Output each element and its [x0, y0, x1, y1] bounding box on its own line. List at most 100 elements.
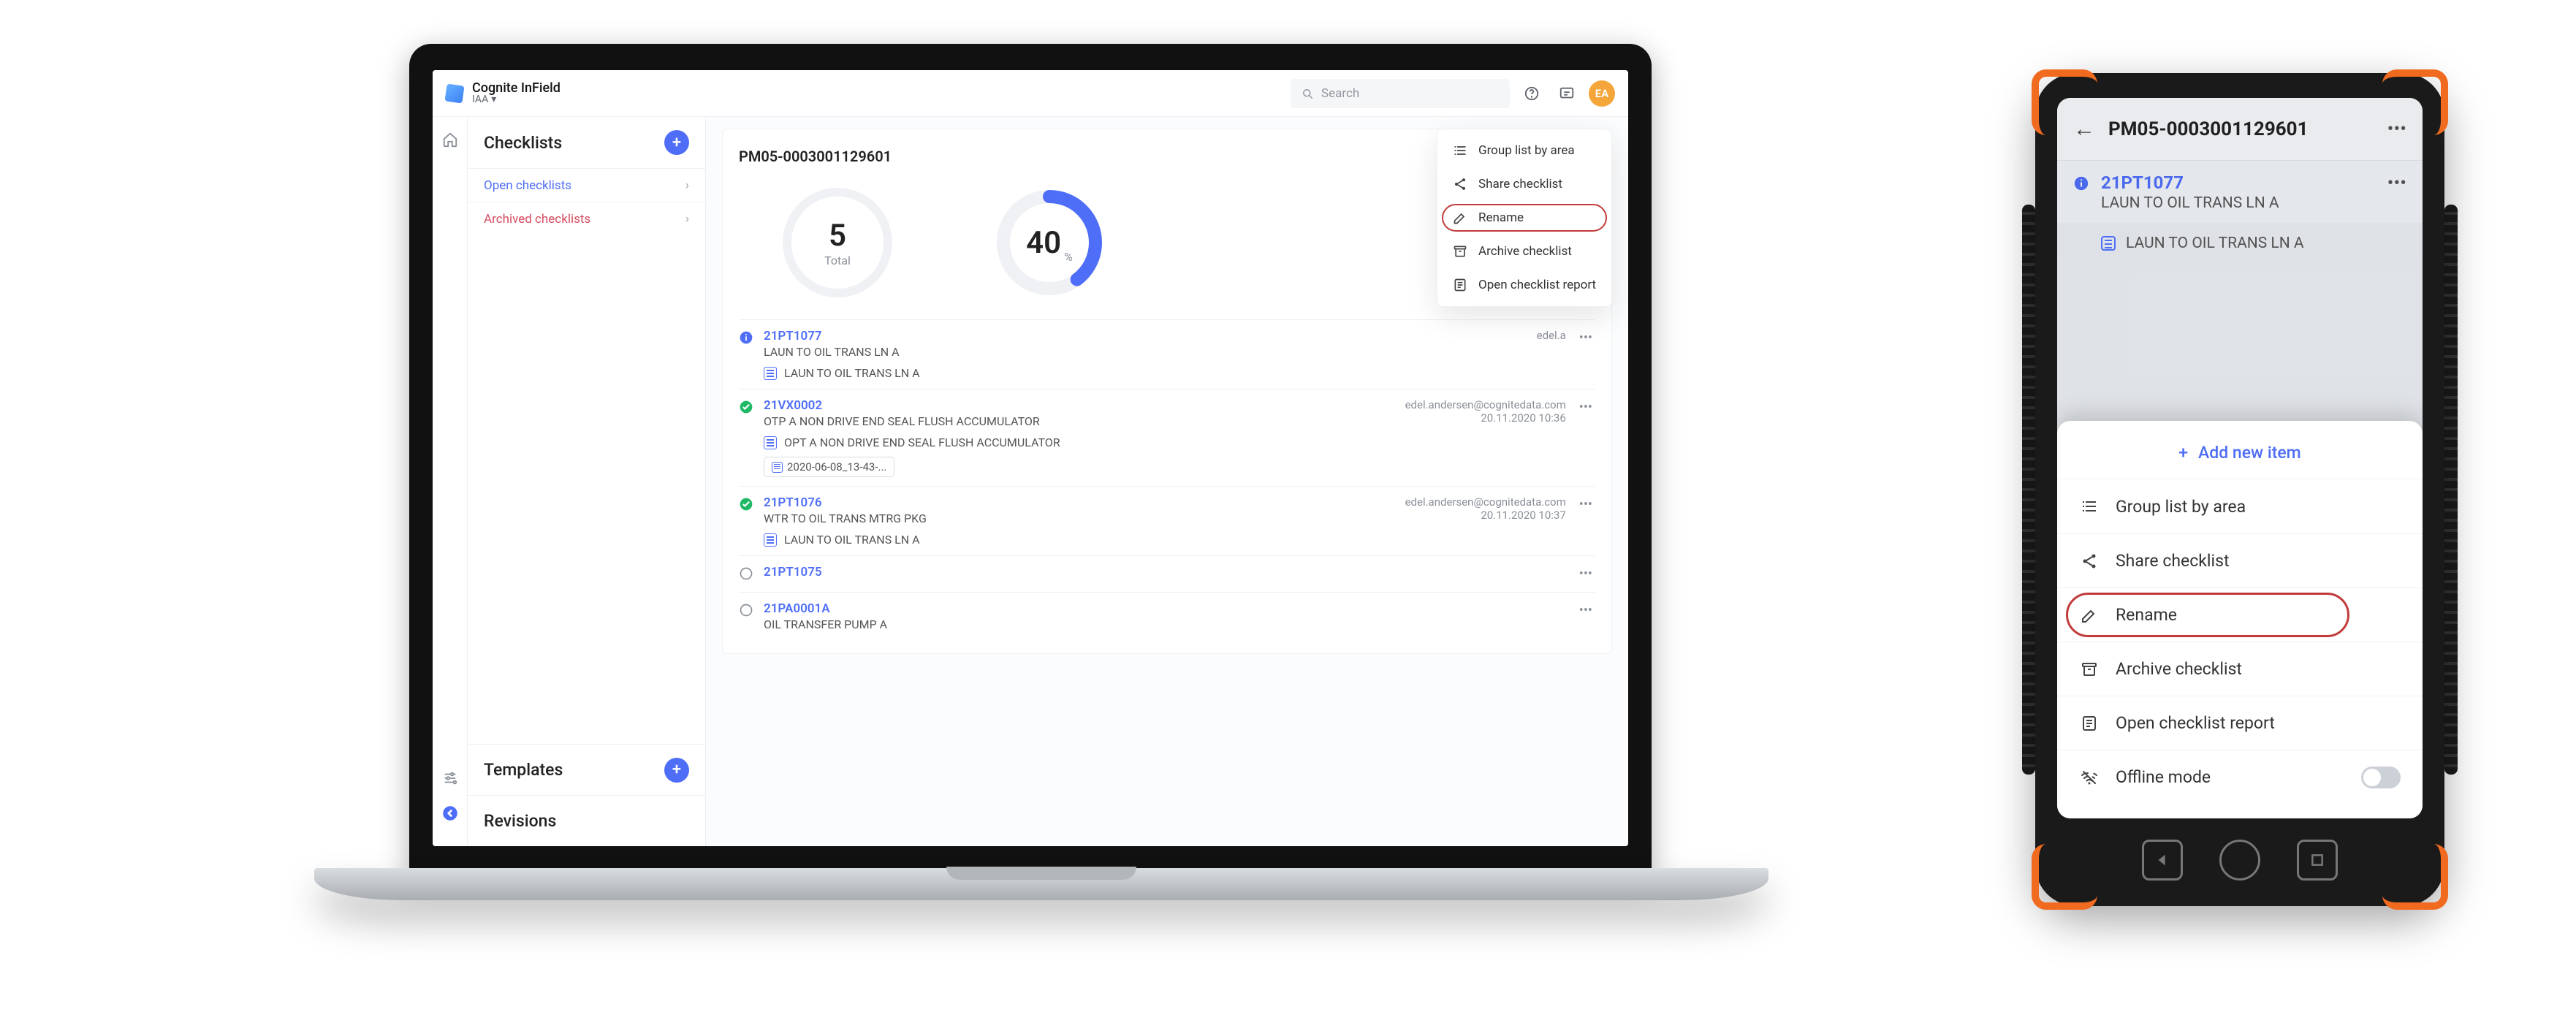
attachment-chip[interactable]: 2020-06-08_13-43-... [764, 457, 894, 477]
note-icon [772, 462, 783, 473]
list-icon [1452, 143, 1468, 158]
mobile-menu-share-checklist[interactable]: Share checklist [2057, 533, 2423, 587]
archive-icon [2079, 661, 2100, 678]
note-icon [764, 367, 777, 380]
item-more-button[interactable]: ••• [1576, 398, 1595, 417]
search-icon [1301, 87, 1314, 100]
chevron-down-icon: ▾ [491, 94, 496, 105]
status-done-icon [739, 497, 753, 512]
chat-icon [1559, 85, 1575, 102]
item-id: 21VX0002 [764, 398, 1395, 413]
back-button[interactable]: ← [2073, 116, 2095, 142]
chevron-right-icon: › [685, 178, 689, 193]
status-open-icon [739, 566, 753, 581]
item-desc: OTP A NON DRIVE END SEAL FLUSH ACCUMULAT… [764, 414, 1395, 428]
item-note: LAUN TO OIL TRANS LN A [764, 533, 1595, 547]
menu-open-checklist-report[interactable]: Open checklist report [1437, 268, 1611, 302]
pencil-icon [1452, 210, 1468, 225]
menu-rename[interactable]: Rename [1437, 201, 1611, 235]
item-more-button[interactable]: ••• [1576, 329, 1595, 347]
section-checklists[interactable]: Checklists + [468, 117, 705, 168]
menu-share-checklist[interactable]: Share checklist [1437, 167, 1611, 201]
sliders-icon [442, 770, 458, 786]
mobile-menu-group-list-by-area[interactable]: Group list by area [2057, 479, 2423, 533]
mobile-title: PM05-0003001129601 [2108, 118, 2374, 140]
item-more-button[interactable]: ••• [2387, 172, 2406, 194]
feedback-button[interactable] [1554, 80, 1580, 107]
status-open-icon [739, 603, 753, 617]
mobile-menu-archive-checklist[interactable]: Archive checklist [2057, 642, 2423, 696]
section-revisions[interactable]: Revisions [468, 795, 705, 846]
item-more-button[interactable]: ••• [1576, 565, 1595, 583]
item-id: 21PA0001A [764, 601, 1566, 616]
nav-rail [433, 117, 468, 846]
pencil-icon [2079, 606, 2100, 624]
item-id: 21PT1077 [764, 329, 1527, 343]
help-icon [1524, 85, 1540, 102]
item-more-button[interactable]: ••• [1576, 495, 1595, 514]
checklist-item[interactable]: 21VX0002 OTP A NON DRIVE END SEAL FLUSH … [739, 389, 1595, 486]
checklist-item[interactable]: 21PT1075 ••• [739, 555, 1595, 592]
item-desc: WTR TO OIL TRANS MTRG PKG [764, 512, 1395, 525]
mobile-more-button[interactable]: ••• [2387, 118, 2406, 140]
home-button[interactable] [439, 129, 461, 151]
archive-icon [1452, 244, 1468, 259]
plus-icon: + [2178, 443, 2188, 463]
offline-icon [2079, 769, 2100, 786]
mobile-menu-rename[interactable]: Rename [2057, 587, 2423, 642]
left-panel: Checklists + Open checklists › Archived … [468, 117, 706, 846]
section-templates[interactable]: Templates + [468, 744, 705, 795]
android-back-button[interactable] [2142, 840, 2183, 881]
android-recent-button[interactable] [2297, 840, 2338, 881]
settings-button[interactable] [439, 767, 461, 789]
add-template-button[interactable]: + [664, 758, 689, 783]
collapse-icon [441, 804, 460, 823]
brand: Cognite InField IAA ▾ [472, 81, 561, 105]
checklist-item[interactable]: 21PT1076 WTR TO OIL TRANS MTRG PKG edel.… [739, 486, 1595, 555]
mobile-checklist-item[interactable]: 21PT1077 LAUN TO OIL TRANS LN A ••• [2057, 161, 2423, 224]
item-note: OPT A NON DRIVE END SEAL FLUSH ACCUMULAT… [764, 436, 1595, 449]
checklist-actions-menu: Group list by area Share checklist Renam… [1437, 129, 1612, 307]
desktop-app: Cognite InField IAA ▾ Search EA [433, 70, 1628, 846]
add-checklist-button[interactable]: + [664, 130, 689, 155]
checklist-title: PM05-0003001129601 [739, 148, 892, 165]
checklist-items: 21PT1077 LAUN TO OIL TRANS LN A edel.a •… [739, 319, 1595, 640]
item-more-button[interactable]: ••• [1576, 601, 1595, 620]
progress-donut: 40 % [995, 188, 1104, 297]
search-placeholder: Search [1321, 86, 1359, 101]
mobile-menu-offline-mode[interactable]: Offline mode [2057, 750, 2423, 804]
brand-sub[interactable]: IAA ▾ [472, 94, 561, 105]
note-icon [764, 436, 777, 449]
menu-archive-checklist[interactable]: Archive checklist [1437, 235, 1611, 268]
status-done-icon [739, 400, 753, 414]
item-meta: edel.andersen@cognitedata.com20.11.2020 … [1405, 398, 1566, 425]
offline-toggle[interactable] [2361, 767, 2401, 788]
report-icon [1452, 278, 1468, 292]
note-icon [2101, 236, 2116, 251]
search-input[interactable]: Search [1291, 79, 1510, 108]
mobile-add-item-button[interactable]: + Add new item [2057, 427, 2423, 479]
android-nav-bar [2035, 834, 2444, 886]
share-icon [1452, 177, 1468, 191]
checklist-item[interactable]: 21PT1077 LAUN TO OIL TRANS LN A edel.a •… [739, 319, 1595, 389]
chevron-right-icon: › [685, 212, 689, 227]
help-button[interactable] [1519, 80, 1545, 107]
item-note: LAUN TO OIL TRANS LN A [764, 366, 1595, 380]
collapse-rail-button[interactable] [439, 802, 461, 824]
mobile-app: ← PM05-0003001129601 ••• 21PT1077 LAUN T… [2057, 98, 2423, 818]
sidebar-archived-checklists[interactable]: Archived checklists › [468, 202, 705, 235]
checklist-item[interactable]: 21PA0001A OIL TRANSFER PUMP A ••• [739, 592, 1595, 640]
mobile-menu-open-checklist-report[interactable]: Open checklist report [2057, 696, 2423, 750]
home-icon [442, 132, 458, 148]
mobile-item-note: LAUN TO OIL TRANS LN A [2057, 224, 2423, 262]
android-home-button[interactable] [2219, 840, 2260, 881]
main-content: PM05-0003001129601 + Add items ••• 5 [706, 117, 1628, 846]
status-info-icon [739, 330, 753, 345]
mobile-actions-sheet: + Add new item Group list by area Share … [2057, 421, 2423, 818]
menu-group-list-by-area[interactable]: Group list by area [1437, 134, 1611, 167]
avatar[interactable]: EA [1589, 80, 1615, 107]
note-icon [764, 533, 777, 547]
highlight-ring [2066, 593, 2349, 637]
status-info-icon [2073, 175, 2089, 191]
sidebar-open-checklists[interactable]: Open checklists › [468, 168, 705, 202]
